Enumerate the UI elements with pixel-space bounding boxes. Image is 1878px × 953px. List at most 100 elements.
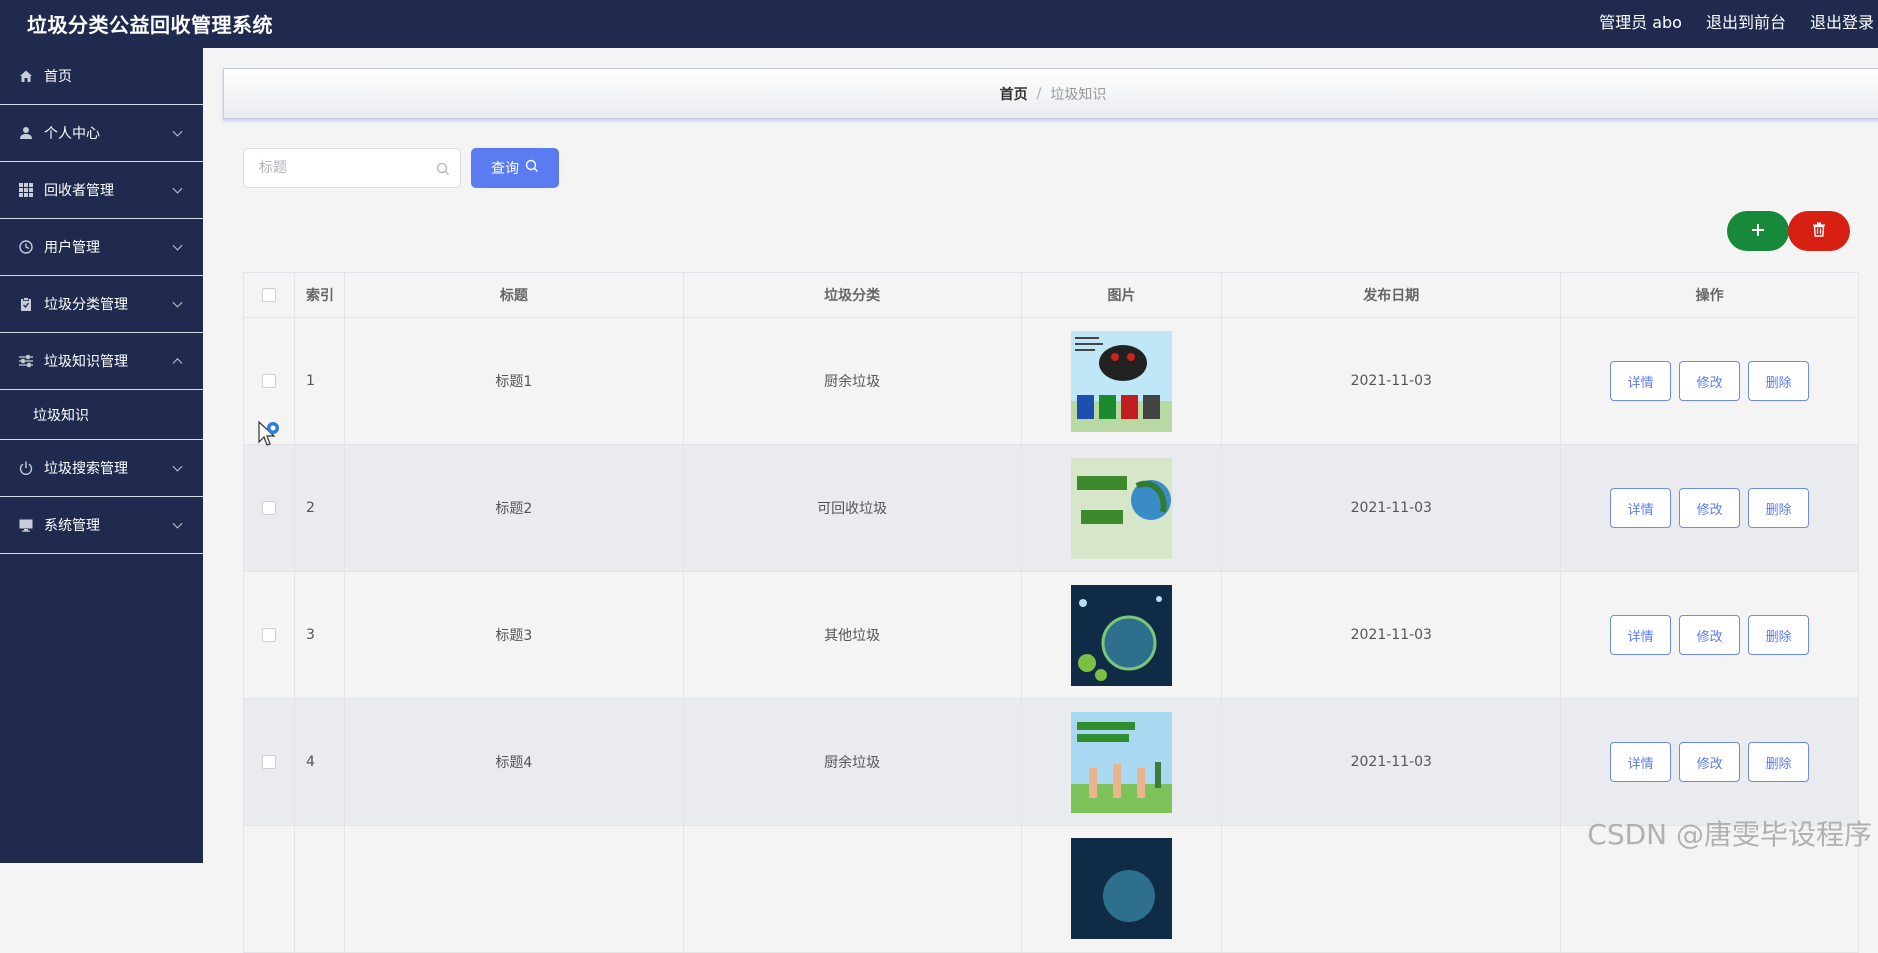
top-right-menu: 管理员 abo 退出到前台 退出登录	[1599, 9, 1874, 33]
power-icon	[18, 460, 34, 476]
row-date: 2021-11-03	[1222, 318, 1561, 445]
row-actions: 详情 修改 删除	[1561, 699, 1859, 826]
row-checkbox[interactable]	[262, 755, 276, 769]
row-title: 标题2	[345, 445, 684, 572]
table-row: 1 标题1 厨余垃圾	[244, 318, 1859, 445]
edit-button[interactable]: 修改	[1679, 488, 1740, 528]
sidebar-item-personal-center[interactable]: 个人中心	[0, 105, 203, 162]
delete-button[interactable]: 删除	[1748, 488, 1809, 528]
sidebar-item-label: 垃圾知识管理	[44, 351, 128, 371]
trash-icon	[1812, 222, 1826, 241]
query-button[interactable]: 查询	[471, 148, 559, 188]
plus-icon	[1751, 222, 1765, 241]
detail-button[interactable]: 详情	[1610, 742, 1671, 782]
row-thumbnail[interactable]	[1071, 838, 1172, 939]
table-row: 3 标题3 其他垃圾 2021-11-03 详情 修改 删除	[244, 572, 1859, 699]
user-icon	[18, 125, 34, 141]
sidebar: 首页 个人中心 回收者管理 用户管理 垃圾分类管理	[0, 48, 203, 863]
search-input[interactable]	[244, 149, 424, 187]
sidebar-item-label: 垃圾搜索管理	[44, 458, 128, 478]
delete-button[interactable]: 删除	[1748, 361, 1809, 401]
edit-button[interactable]: 修改	[1679, 615, 1740, 655]
logout-link[interactable]: 退出登录	[1810, 9, 1874, 33]
row-date	[1222, 826, 1561, 953]
breadcrumb-home[interactable]: 首页	[1000, 84, 1028, 104]
row-actions: 详情 修改 删除	[1561, 445, 1859, 572]
main-content: 首页 / 垃圾知识 查询 索引 标题 垃圾分类 图片 发布日期 操作	[203, 48, 1878, 863]
detail-button[interactable]: 详情	[1610, 488, 1671, 528]
grid-icon	[18, 182, 34, 198]
row-index: 3	[295, 572, 345, 699]
sidebar-item-knowledge-management[interactable]: 垃圾知识管理	[0, 333, 203, 390]
app-title: 垃圾分类公益回收管理系统	[27, 9, 273, 38]
row-checkbox[interactable]	[262, 374, 276, 388]
sidebar-item-category-management[interactable]: 垃圾分类管理	[0, 276, 203, 333]
sidebar-item-label: 首页	[44, 66, 72, 86]
row-checkbox-cell	[244, 445, 295, 572]
exit-to-front-link[interactable]: 退出到前台	[1706, 9, 1786, 33]
mouse-cursor-icon	[257, 420, 283, 454]
search-icon	[525, 159, 539, 177]
table-row: 2 标题2 可回收垃圾 2021-11-03 详情 修改 删除	[244, 445, 1859, 572]
clock-icon	[18, 239, 34, 255]
row-index: 2	[295, 445, 345, 572]
header-title: 标题	[345, 273, 684, 318]
row-category: 其他垃圾	[684, 572, 1022, 699]
sidebar-item-search-management[interactable]: 垃圾搜索管理	[0, 440, 203, 497]
detail-button[interactable]: 详情	[1610, 615, 1671, 655]
row-date: 2021-11-03	[1222, 572, 1561, 699]
row-image-cell	[1022, 699, 1223, 826]
query-button-label: 查询	[491, 158, 519, 178]
row-title: 标题1	[345, 318, 684, 445]
header-date: 发布日期	[1222, 273, 1561, 318]
row-image-cell	[1022, 445, 1223, 572]
sidebar-subitem-label: 垃圾知识	[33, 405, 89, 425]
header-index: 索引	[295, 273, 345, 318]
sidebar-subitem-knowledge[interactable]: 垃圾知识	[0, 390, 203, 440]
row-index: 1	[295, 318, 345, 445]
select-all-checkbox[interactable]	[262, 288, 276, 302]
row-checkbox[interactable]	[262, 501, 276, 515]
row-thumbnail[interactable]	[1071, 331, 1172, 432]
row-checkbox[interactable]	[262, 628, 276, 642]
sidebar-item-label: 用户管理	[44, 237, 100, 257]
chevron-down-icon	[173, 298, 183, 308]
table-row: 4 标题4 厨余垃圾 2021-11-03	[244, 699, 1859, 826]
row-date: 2021-11-03	[1222, 445, 1561, 572]
sidebar-item-user-management[interactable]: 用户管理	[0, 219, 203, 276]
row-image-cell	[1022, 318, 1223, 445]
row-checkbox-cell	[244, 826, 295, 953]
sidebar-item-label: 系统管理	[44, 515, 100, 535]
sidebar-item-system-management[interactable]: 系统管理	[0, 497, 203, 554]
watermark: CSDN @唐雯毕设程序	[1587, 813, 1872, 853]
row-checkbox-cell	[244, 572, 295, 699]
row-image-cell	[1022, 826, 1223, 953]
chevron-down-icon	[173, 462, 183, 472]
row-thumbnail[interactable]	[1071, 585, 1172, 686]
row-image-cell	[1022, 572, 1223, 699]
row-actions: 详情 修改 删除	[1561, 318, 1859, 445]
home-icon	[18, 68, 34, 84]
edit-button[interactable]: 修改	[1679, 361, 1740, 401]
detail-button[interactable]: 详情	[1610, 361, 1671, 401]
batch-delete-button[interactable]	[1788, 211, 1850, 251]
monitor-icon	[18, 517, 34, 533]
row-actions: 详情 修改 删除	[1561, 572, 1859, 699]
sidebar-item-home[interactable]: 首页	[0, 48, 203, 105]
sidebar-item-recycler-management[interactable]: 回收者管理	[0, 162, 203, 219]
add-button[interactable]	[1727, 211, 1789, 251]
row-category: 厨余垃圾	[684, 699, 1022, 826]
header-actions: 操作	[1561, 273, 1859, 318]
row-date: 2021-11-03	[1222, 699, 1561, 826]
chevron-up-icon	[173, 358, 183, 368]
row-index: 4	[295, 699, 345, 826]
delete-button[interactable]: 删除	[1748, 615, 1809, 655]
chevron-down-icon	[173, 519, 183, 529]
header-image: 图片	[1022, 273, 1223, 318]
row-thumbnail[interactable]	[1071, 712, 1172, 813]
delete-button[interactable]: 删除	[1748, 742, 1809, 782]
header-checkbox-cell	[244, 273, 295, 318]
edit-button[interactable]: 修改	[1679, 742, 1740, 782]
sidebar-item-label: 垃圾分类管理	[44, 294, 128, 314]
row-thumbnail[interactable]	[1071, 458, 1172, 559]
